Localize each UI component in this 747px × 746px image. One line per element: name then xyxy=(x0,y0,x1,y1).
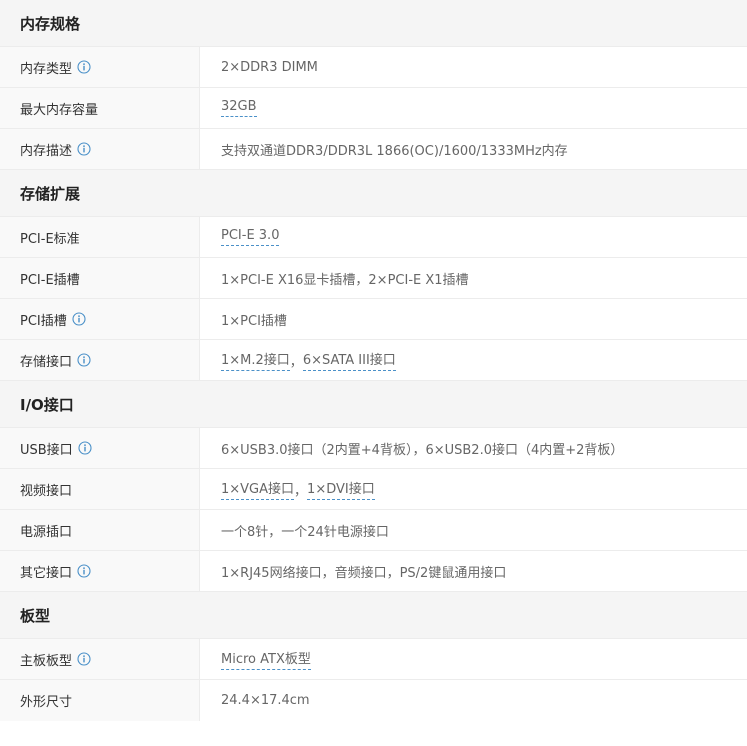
section-header: I/O接口 xyxy=(0,381,747,428)
spec-value-cell: Micro ATX板型 xyxy=(200,639,747,679)
spec-value: 1×RJ45网络接口，音频接口，PS/2键鼠通用接口 xyxy=(221,565,507,581)
info-icon[interactable] xyxy=(77,353,91,367)
spec-label-cell: USB接口 xyxy=(0,428,200,468)
spec-value-cell: 一个8针，一个24针电源接口 xyxy=(200,510,747,550)
spec-value-cell: 支持双通道DDR3/DDR3L 1866(OC)/1600/1333MHz内存 xyxy=(200,129,747,169)
spec-label-cell: 最大内存容量 xyxy=(0,88,200,128)
spec-value-cell: 1×PCI-E X16显卡插槽，2×PCI-E X1插槽 xyxy=(200,258,747,298)
spec-row: PCI-E标准 PCI-E 3.0 xyxy=(0,217,747,258)
section-header: 板型 xyxy=(0,592,747,639)
spec-value: 24.4×17.4cm xyxy=(221,693,310,708)
spec-label: 内存描述 xyxy=(20,143,73,159)
spec-value-cell: 32GB xyxy=(200,88,747,128)
spec-value-cell: 6×USB3.0接口（2内置+4背板），6×USB2.0接口（4内置+2背板） xyxy=(200,428,747,468)
spec-value-link[interactable]: 1×DVI接口 xyxy=(307,478,375,500)
value-separator: ， xyxy=(289,354,303,370)
spec-row: USB接口 6×USB3.0接口（2内置+4背板），6×USB2.0接口（4内置+… xyxy=(0,428,747,469)
spec-value-cell: 2×DDR3 DIMM xyxy=(200,47,747,87)
spec-value-link[interactable]: 32GB xyxy=(221,99,257,117)
spec-row: 外形尺寸 24.4×17.4cm xyxy=(0,680,747,721)
spec-value-cell: 1×VGA接口， 1×DVI接口 xyxy=(200,469,747,509)
spec-row: 电源插口 一个8针，一个24针电源接口 xyxy=(0,510,747,551)
spec-label-cell: 其它接口 xyxy=(0,551,200,591)
spec-value-link[interactable]: 1×M.2接口 xyxy=(221,349,290,371)
spec-label-cell: 内存类型 xyxy=(0,47,200,87)
spec-row: 其它接口 1×RJ45网络接口，音频接口，PS/2键鼠通用接口 xyxy=(0,551,747,592)
spec-label-cell: 电源插口 xyxy=(0,510,200,550)
spec-label-cell: 视频接口 xyxy=(0,469,200,509)
info-icon[interactable] xyxy=(77,142,91,156)
spec-value-link[interactable]: PCI-E 3.0 xyxy=(221,228,280,246)
spec-value-cell: 1×PCI插槽 xyxy=(200,299,747,339)
spec-value: 2×DDR3 DIMM xyxy=(221,59,318,75)
spec-value-link[interactable]: 6×SATA III接口 xyxy=(302,349,396,371)
spec-label: PCI-E标准 xyxy=(20,231,80,247)
info-icon[interactable] xyxy=(78,441,92,455)
spec-value-link[interactable]: 1×VGA接口 xyxy=(221,478,295,500)
section-header: 存储扩展 xyxy=(0,170,747,217)
spec-row: 内存类型 2×DDR3 DIMM xyxy=(0,47,747,88)
spec-label: 存储接口 xyxy=(20,354,73,370)
spec-row: 内存描述 支持双通道DDR3/DDR3L 1866(OC)/1600/1333MH… xyxy=(0,129,747,170)
spec-value: 支持双通道DDR3/DDR3L 1866(OC)/1600/1333MHz内存 xyxy=(221,143,568,159)
info-icon[interactable] xyxy=(77,60,91,74)
spec-label-cell: 主板板型 xyxy=(0,639,200,679)
spec-label: 视频接口 xyxy=(20,483,73,499)
spec-row: PCI插槽 1×PCI插槽 xyxy=(0,299,747,340)
spec-label: PCI插槽 xyxy=(20,313,67,329)
value-separator: ， xyxy=(294,483,308,499)
spec-label: USB接口 xyxy=(20,442,73,458)
spec-label: 内存类型 xyxy=(20,61,73,77)
spec-value-link[interactable]: Micro ATX板型 xyxy=(221,648,311,670)
spec-label: 电源插口 xyxy=(20,524,73,540)
spec-value: 一个8针，一个24针电源接口 xyxy=(221,524,389,540)
info-icon[interactable] xyxy=(77,564,91,578)
spec-value: 6×USB3.0接口（2内置+4背板），6×USB2.0接口（4内置+2背板） xyxy=(221,442,624,458)
info-icon[interactable] xyxy=(77,652,91,666)
spec-label-cell: 存储接口 xyxy=(0,340,200,380)
spec-label: 外形尺寸 xyxy=(20,695,73,710)
spec-row: PCI-E插槽 1×PCI-E X16显卡插槽，2×PCI-E X1插槽 xyxy=(0,258,747,299)
spec-label-cell: PCI-E标准 xyxy=(0,217,200,257)
spec-label: 最大内存容量 xyxy=(20,102,99,118)
spec-label: 其它接口 xyxy=(20,565,73,581)
spec-value: 1×PCI-E X16显卡插槽，2×PCI-E X1插槽 xyxy=(221,272,469,288)
spec-row: 存储接口 1×M.2接口， 6×SATA III接口 xyxy=(0,340,747,381)
spec-table: 内存规格内存类型 2×DDR3 DIMM 最大内存容量 32GB 内存描述 支持双通道DD… xyxy=(0,0,747,721)
spec-label: 主板板型 xyxy=(20,653,73,669)
spec-row: 主板板型 Micro ATX板型 xyxy=(0,639,747,680)
spec-value-cell: PCI-E 3.0 xyxy=(200,217,747,257)
info-icon[interactable] xyxy=(72,312,86,326)
spec-row: 视频接口 1×VGA接口， 1×DVI接口 xyxy=(0,469,747,510)
spec-value: 1×PCI插槽 xyxy=(221,313,287,329)
spec-label: PCI-E插槽 xyxy=(20,272,80,288)
spec-label-cell: PCI-E插槽 xyxy=(0,258,200,298)
spec-label-cell: PCI插槽 xyxy=(0,299,200,339)
spec-value-cell: 24.4×17.4cm xyxy=(200,680,747,721)
spec-row: 最大内存容量 32GB xyxy=(0,88,747,129)
spec-value-cell: 1×M.2接口， 6×SATA III接口 xyxy=(200,340,747,380)
spec-label-cell: 外形尺寸 xyxy=(0,680,200,721)
section-header: 内存规格 xyxy=(0,0,747,47)
spec-label-cell: 内存描述 xyxy=(0,129,200,169)
spec-value-cell: 1×RJ45网络接口，音频接口，PS/2键鼠通用接口 xyxy=(200,551,747,591)
